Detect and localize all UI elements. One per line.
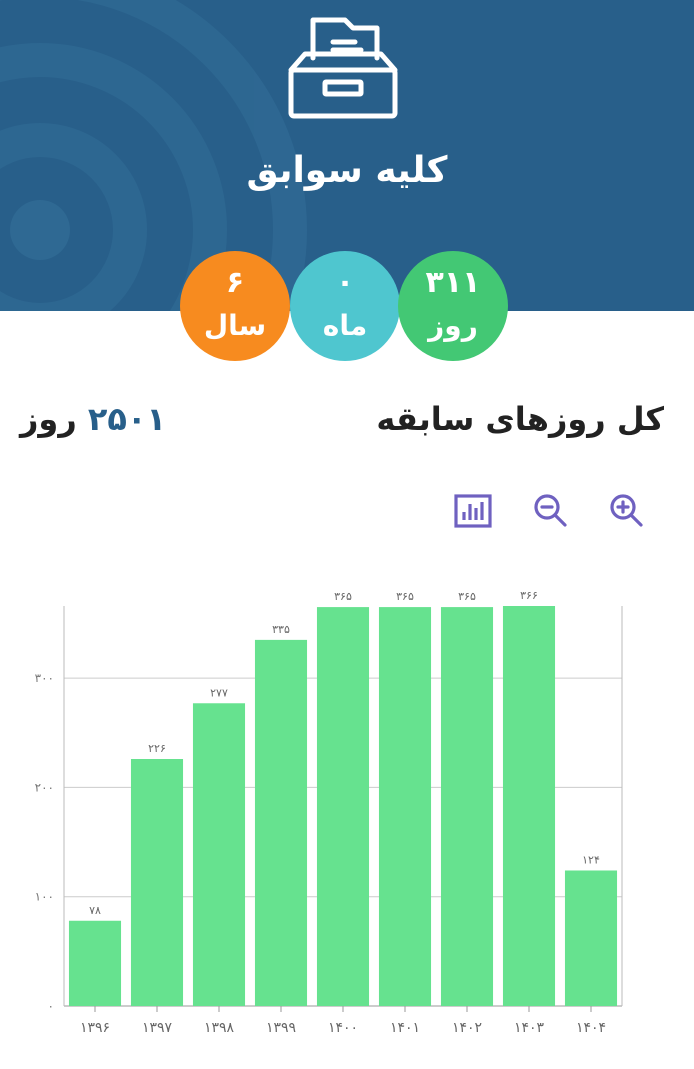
years-value: ۶ [225,265,245,300]
total-days-value: ۲۵۰۱ روز [20,400,166,438]
total-days-row: کل روزهای سابقه ۲۵۰۱ روز [20,400,664,450]
months-badge: ۰ ماه [290,251,400,361]
years-badge: ۶ سال [180,251,290,361]
days-unit: روز [428,309,478,342]
bar [192,703,246,1006]
x-tick-label: ۱۴۰۲ [452,1020,482,1036]
bar-value-label: ۲۲۶ [148,742,166,755]
y-tick-label: ۰ [48,999,54,1013]
zoom-in-button[interactable] [604,488,650,534]
bar-value-label: ۱۲۴ [582,853,600,866]
x-tick-label: ۱۳۹۶ [80,1020,110,1036]
bar [254,639,308,1006]
y-tick-label: ۲۰۰ [35,780,54,794]
service-duration-badges: ۶ سال ۰ ماه ۳۱۱ روز [0,251,694,363]
chart-toolbar [440,488,660,538]
bar-chart-button[interactable] [450,488,496,534]
x-tick-label: ۱۴۰۰ [328,1020,358,1036]
zoom-in-icon [610,494,643,527]
zoom-out-button[interactable] [528,488,574,534]
months-unit: ماه [322,309,368,342]
total-days-number: ۲۵۰۱ [87,400,166,438]
bar-value-label: ۳۳۵ [272,623,290,636]
bar-value-label: ۳۶۵ [334,590,352,603]
x-tick-label: ۱۴۰۳ [514,1020,545,1036]
y-tick-label: ۳۰۰ [35,671,54,685]
x-tick-label: ۱۴۰۴ [576,1020,606,1036]
bar-value-label: ۳۶۵ [396,590,414,603]
total-days-unit: روز [20,400,77,438]
months-value: ۰ [335,265,355,300]
bar [68,920,122,1006]
bar [502,606,556,1006]
total-days-label: کل روزهای سابقه [376,400,664,438]
bar [378,607,432,1006]
days-value: ۳۱۱ [425,265,481,300]
yearly-days-bar-chart: ۰ ۱۰۰ ۲۰۰ ۳۰۰ ۷۸ ۱۳۹۶ ۲۲۶ ۱۳۹۷ ۲۷۷ ۱۳۹۸ ۳۳۵ ۱۳۹۹ ۳۶۵… [35,589,623,1036]
archive-box-icon [288,17,398,119]
bar-value-label: ۲۷۷ [210,686,228,699]
bar-value-label: ۳۶۵ [458,590,476,603]
years-unit: سال [203,309,267,342]
bar [316,607,370,1006]
bar [130,759,184,1006]
x-tick-label: ۱۳۹۷ [142,1020,173,1036]
bar [564,870,618,1006]
y-tick-label: ۱۰۰ [35,890,54,904]
bar-chart-icon [454,494,492,528]
days-badge: ۳۱۱ روز [398,251,508,361]
x-tick-label: ۱۳۹۹ [266,1020,296,1036]
page-title: کلیه سوابق [246,150,448,191]
zoom-out-icon [534,494,567,527]
bar-value-label: ۳۶۶ [520,589,538,602]
bar [440,607,494,1006]
x-tick-label: ۱۳۹۸ [204,1020,235,1036]
bar-value-label: ۷۸ [89,904,101,917]
x-tick-label: ۱۴۰۱ [390,1020,420,1036]
